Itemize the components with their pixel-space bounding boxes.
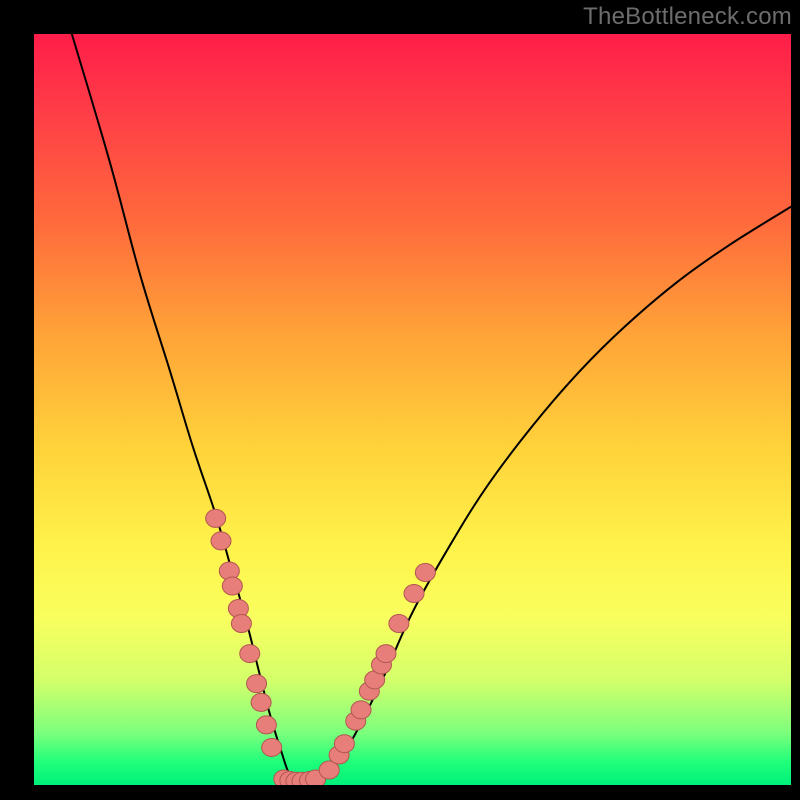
data-marker (211, 532, 231, 550)
plot-area (34, 34, 791, 785)
curve-path (72, 34, 791, 785)
data-marker (206, 509, 226, 527)
data-marker (415, 563, 435, 581)
data-marker (334, 735, 354, 753)
data-marker (240, 645, 260, 663)
watermark-text: TheBottleneck.com (583, 3, 792, 31)
data-marker (222, 577, 242, 595)
data-marker (404, 584, 424, 602)
data-marker (389, 615, 409, 633)
data-marker (262, 738, 282, 756)
chart-frame: TheBottleneck.com (0, 0, 800, 800)
data-marker (376, 645, 396, 663)
data-marker (231, 615, 251, 633)
data-marker (251, 693, 271, 711)
chart-svg (34, 34, 791, 785)
data-marker (247, 675, 267, 693)
data-marker (256, 716, 276, 734)
data-marker (351, 701, 371, 719)
